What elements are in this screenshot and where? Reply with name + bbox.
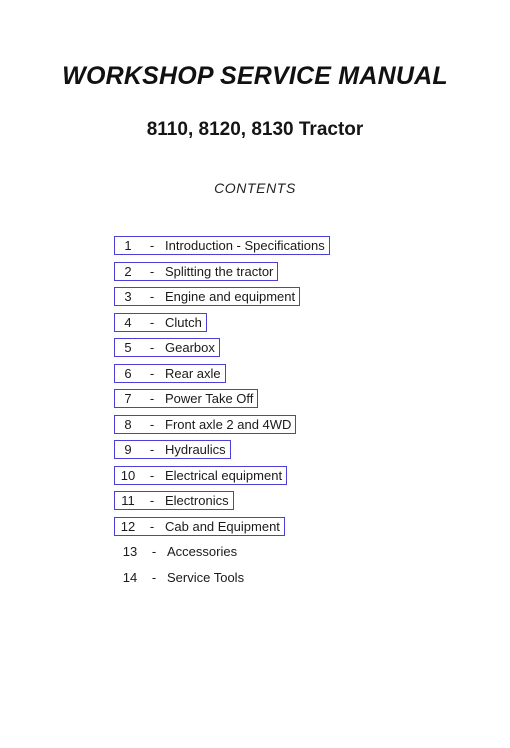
toc-entry-separator: - [149,416,155,432]
toc-entry-separator: - [149,391,155,406]
toc-entry-number: 8 [124,416,132,432]
table-of-contents: 1- Introduction - Specifications 2- Splitti… [0,236,510,593]
toc-entry-1[interactable]: 1 - Introduction - Specifications [114,236,330,255]
toc-row: 4 - Clutch [0,312,510,339]
toc-entry-3[interactable]: 3 - Engine and equipment [114,287,301,306]
toc-entry-9[interactable]: 9 - Hydraulics [114,440,231,459]
toc-entry-label: Hydraulics [165,442,226,457]
toc-row: 6 - Rear axle [0,363,510,390]
toc-entry-separator: - [149,289,155,304]
document-page: WORKSHOP SERVICE MANUAL 8110, 8120, 8130… [0,0,510,748]
toc-entry-label: Gearbox [165,340,215,355]
toc-entry-separator: - [149,518,155,534]
page-title: WORKSHOP SERVICE MANUAL [62,62,448,90]
toc-entry-label: Service Tools [167,569,245,585]
toc-entry-separator: - [149,314,155,330]
toc-row: 11- Electronics [0,491,510,517]
toc-entry-number: 11 [121,493,135,508]
toc-entry-7[interactable]: 7 - Power Take Off [114,389,259,408]
toc-entry-10[interactable]: 10- Electrical equipment [114,465,288,485]
toc-entry-separator: - [149,263,155,279]
document-subtitle: 8110, 8120, 8130 Tractor [146,119,364,140]
toc-entry-label: Electrical equipment [165,467,283,483]
toc-row: 3 - Engine and equipment [0,287,510,313]
toc-row: 1 - Introduction - Specifications [0,236,510,262]
toc-entry-number: 2 [124,263,132,279]
toc-entry-label: Introduction - Specifications [165,238,325,253]
toc-entry-number: 10 [120,467,136,483]
toc-entry-number: 13 [122,544,138,559]
toc-row: 12- Cab and Equipment [0,516,510,543]
toc-entry-label: Clutch [165,314,202,330]
toc-row: 10- Electrical equipment [0,465,510,492]
toc-entry-separator: - [149,340,155,355]
toc-row: 14- Service Tools [0,568,510,594]
toc-entry-4[interactable]: 4 - Clutch [114,312,207,332]
toc-entry-separator: - [149,442,155,457]
toc-entry-separator: - [151,544,157,559]
toc-entry-number: 6 [124,365,132,381]
toc-entry-14: 14- Service Tools [116,568,249,587]
toc-entry-label: Cab and Equipment [165,518,280,534]
toc-row: 5 - Gearbox [0,338,510,364]
toc-entry-label: Engine and equipment [165,289,296,304]
toc-row: 9 - Hydraulics [0,440,510,466]
toc-entry-number: 4 [124,314,132,330]
contents-heading: CONTENTS [214,180,296,196]
toc-entry-5[interactable]: 5 - Gearbox [114,338,220,357]
toc-entry-8[interactable]: 8 - Front axle 2 and 4WD [114,414,297,434]
toc-entry-label: Front axle 2 and 4WD [165,416,292,432]
toc-row: 13- Accessories [0,542,510,568]
toc-entry-number: 3 [124,289,132,304]
toc-entry-number: 1 [124,238,132,253]
toc-entry-separator: - [149,238,155,253]
toc-entry-label: Electronics [165,493,229,508]
toc-entry-2[interactable]: 2 - Splitting the tractor [114,261,279,281]
toc-entry-separator: - [149,365,155,381]
toc-entry-11[interactable]: 11- Electronics [114,491,234,510]
toc-entry-number: 5 [124,340,132,355]
toc-row: 2 - Splitting the tractor [0,261,510,288]
toc-entry-label: Rear axle [165,365,221,381]
toc-entry-separator: - [151,569,157,585]
toc-entry-separator: - [149,493,155,508]
toc-entry-label: Splitting the tractor [165,263,274,279]
toc-entry-number: 12 [120,518,136,534]
toc-entry-number: 7 [124,391,132,406]
toc-entry-12[interactable]: 12- Cab and Equipment [114,516,285,536]
toc-entry-6[interactable]: 6 - Rear axle [114,363,226,383]
toc-row: 7 - Power Take Off [0,389,510,415]
toc-entry-separator: - [149,467,155,483]
toc-entry-number: 14 [122,569,138,585]
toc-entry-label: Power Take Off [165,391,254,406]
toc-entry-label: Accessories [167,544,238,559]
toc-row: 8 - Front axle 2 and 4WD [0,414,510,441]
toc-entry-13: 13- Accessories [116,542,242,561]
toc-entry-number: 9 [124,442,132,457]
